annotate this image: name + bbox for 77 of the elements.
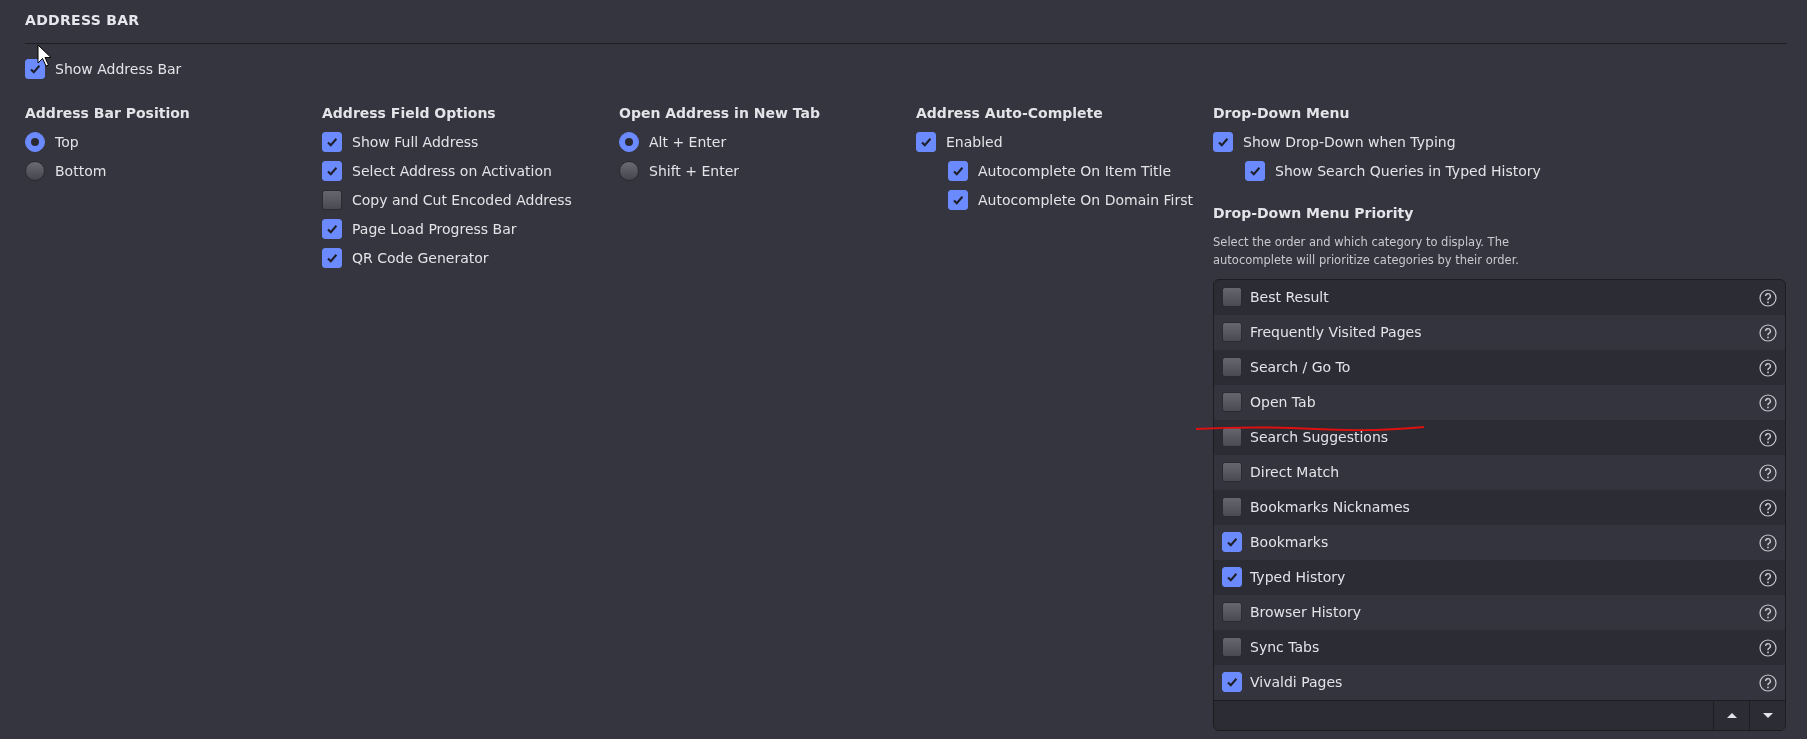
- group-heading: Address Bar Position: [25, 104, 191, 123]
- checkbox[interactable]: [322, 132, 342, 152]
- list-item[interactable]: Vivaldi Pages: [1214, 665, 1785, 700]
- list-item[interactable]: Bookmarks: [1214, 525, 1785, 560]
- list-item[interactable]: Typed History: [1214, 560, 1785, 595]
- checkbox[interactable]: [1222, 357, 1242, 377]
- help-icon[interactable]: [1759, 323, 1777, 342]
- help-icon[interactable]: [1759, 533, 1777, 552]
- option-label: Select Address on Activation: [352, 162, 552, 181]
- checkbox[interactable]: [322, 219, 342, 239]
- option-label: Alt + Enter: [649, 133, 727, 152]
- option-label: Show Search Queries in Typed History: [1275, 162, 1541, 181]
- list-item[interactable]: Search / Go To: [1214, 350, 1785, 385]
- checkbox[interactable]: [1222, 672, 1242, 692]
- radio-button[interactable]: [619, 161, 639, 181]
- radio-button[interactable]: [25, 132, 45, 152]
- checkbox[interactable]: [1222, 392, 1242, 412]
- checkbox[interactable]: [1222, 497, 1242, 517]
- group-heading: Drop-Down Menu: [1213, 104, 1351, 123]
- list-item[interactable]: Frequently Visited Pages: [1214, 315, 1785, 350]
- checkbox[interactable]: [322, 161, 342, 181]
- help-icon[interactable]: [1759, 603, 1777, 622]
- checkbox[interactable]: [1222, 567, 1242, 587]
- option-label: Enabled: [946, 133, 1003, 152]
- list-item[interactable]: Browser History: [1214, 595, 1785, 630]
- help-icon[interactable]: [1759, 358, 1777, 377]
- option-label: Shift + Enter: [649, 162, 740, 181]
- checkbox[interactable]: [1222, 637, 1242, 657]
- help-icon[interactable]: [1759, 498, 1777, 517]
- checkbox[interactable]: [322, 248, 342, 268]
- group-heading: Drop-Down Menu Priority: [1213, 204, 1415, 223]
- checkbox[interactable]: [322, 190, 342, 210]
- option-label: Bottom: [55, 162, 107, 181]
- group-heading: Address Field Options: [322, 104, 497, 123]
- list-item[interactable]: Best Result: [1214, 280, 1785, 315]
- option-label: Top: [55, 133, 79, 152]
- option-label: Copy and Cut Encoded Address: [352, 191, 572, 210]
- help-icon[interactable]: [1759, 568, 1777, 587]
- group-heading: Open Address in New Tab: [619, 104, 821, 123]
- checkbox[interactable]: [1222, 287, 1242, 307]
- list-item[interactable]: Sync Tabs: [1214, 630, 1785, 665]
- checkbox[interactable]: [25, 59, 45, 79]
- list-item[interactable]: Open Tab: [1214, 385, 1785, 420]
- checkbox[interactable]: [948, 190, 968, 210]
- help-icon[interactable]: [1759, 393, 1777, 412]
- option-label: Show Drop-Down when Typing: [1243, 133, 1456, 152]
- checkbox[interactable]: [1222, 462, 1242, 482]
- triangle-up-icon: [1726, 713, 1737, 718]
- option-label: Autocomplete On Item Title: [978, 162, 1171, 181]
- mouse-cursor-icon: [37, 44, 53, 68]
- radio-button[interactable]: [25, 161, 45, 181]
- checkbox[interactable]: [1222, 322, 1242, 342]
- checkbox[interactable]: [1245, 161, 1265, 181]
- description-text: Select the order and which category to display. The autocomplete will prioritize categories by their order.: [1213, 234, 1520, 269]
- triangle-down-icon: [1762, 713, 1773, 718]
- help-icon[interactable]: [1759, 463, 1777, 482]
- help-icon[interactable]: [1759, 428, 1777, 447]
- list-item[interactable]: Direct Match: [1214, 455, 1785, 490]
- option-label: Page Load Progress Bar: [352, 220, 517, 239]
- option-label: QR Code Generator: [352, 249, 489, 268]
- radio-button[interactable]: [619, 132, 639, 152]
- checkbox[interactable]: [1213, 132, 1233, 152]
- checkbox[interactable]: [1222, 427, 1242, 447]
- help-icon[interactable]: [1759, 288, 1777, 307]
- help-icon[interactable]: [1759, 638, 1777, 657]
- section-title: ADDRESS BAR: [25, 8, 1787, 44]
- checkbox[interactable]: [948, 161, 968, 181]
- list-item[interactable]: Search Suggestions: [1214, 420, 1785, 455]
- checkbox[interactable]: [1222, 602, 1242, 622]
- list-item[interactable]: Bookmarks Nicknames: [1214, 490, 1785, 525]
- checkbox[interactable]: [916, 132, 936, 152]
- option-label: Show Address Bar: [55, 60, 182, 79]
- option-label: Show Full Address: [352, 133, 479, 152]
- checkbox[interactable]: [1222, 532, 1242, 552]
- option-label: Autocomplete On Domain First: [978, 191, 1193, 210]
- help-icon[interactable]: [1759, 673, 1777, 692]
- group-heading: Address Auto-Complete: [916, 104, 1104, 123]
